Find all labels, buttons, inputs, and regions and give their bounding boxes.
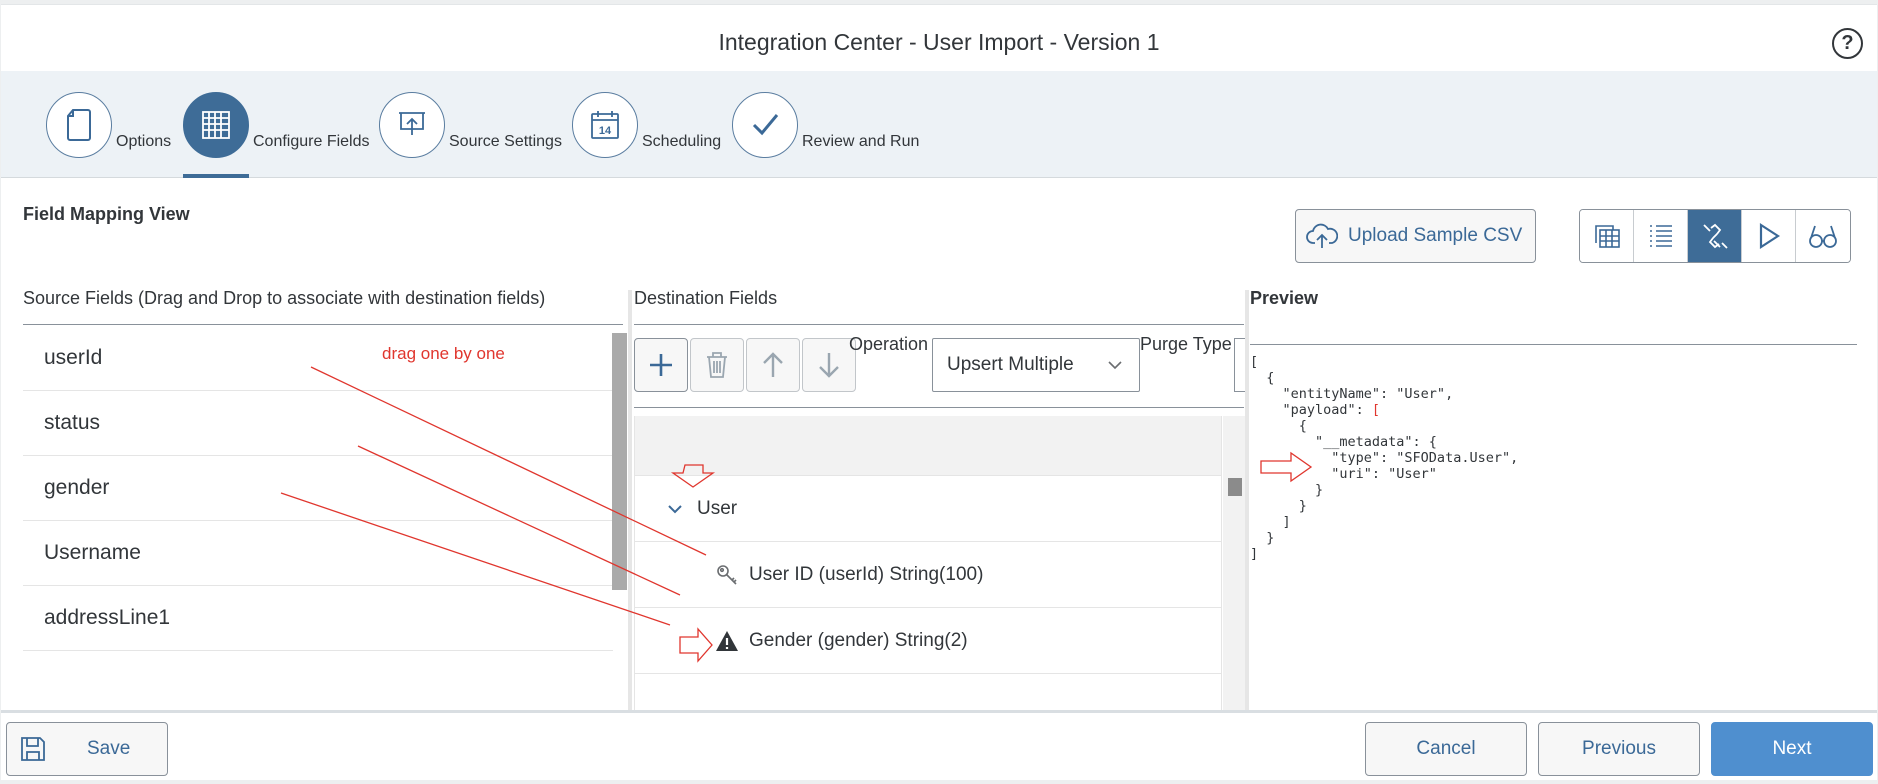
preview-line: ]: [1250, 514, 1291, 530]
footer: Save Cancel Previous Next: [1, 710, 1877, 780]
source-field-gender[interactable]: gender: [23, 456, 613, 521]
list-view-icon[interactable]: [1634, 210, 1688, 262]
tree-node-user[interactable]: User: [635, 476, 1221, 542]
title-bar: Integration Center - User Import - Versi…: [1, 5, 1877, 71]
view-toggle: [1579, 209, 1851, 263]
destination-scrollbar[interactable]: [1223, 416, 1245, 710]
divider: [23, 324, 623, 325]
destination-tree: User User ID (userId) String(100) Gender…: [634, 416, 1222, 710]
tree-node-label: Gender (gender) String(2): [749, 629, 968, 651]
wizard-steps: Options Configure Fields Source Settings…: [1, 71, 1877, 178]
trash-icon: [707, 352, 727, 378]
tree-node-userid[interactable]: User ID (userId) String(100): [635, 542, 1221, 608]
source-scrollbar[interactable]: [612, 333, 627, 590]
chevron-down-icon[interactable]: [663, 497, 687, 521]
save-icon: [21, 737, 45, 761]
glasses-icon[interactable]: [1796, 210, 1850, 262]
save-button[interactable]: Save: [6, 722, 168, 776]
preview-header: Preview: [1250, 288, 1319, 308]
divider: [634, 407, 1244, 408]
upload-label: Upload Sample CSV: [1348, 225, 1523, 246]
section-title: Field Mapping View: [23, 204, 190, 224]
preview-line: }: [1250, 530, 1275, 546]
plus-icon: [650, 354, 672, 376]
operation-label: Operation: [849, 334, 929, 354]
previous-button[interactable]: Previous: [1538, 722, 1700, 776]
preview-line: {: [1250, 370, 1275, 386]
splitter[interactable]: [628, 290, 632, 710]
next-button[interactable]: Next: [1711, 722, 1873, 776]
destination-toolbar: [634, 338, 856, 392]
preview-line: ]: [1250, 546, 1259, 562]
preview-line: {: [1250, 418, 1307, 434]
preview-line: [: [1250, 354, 1259, 370]
tree-node-gender[interactable]: Gender (gender) String(2): [635, 608, 1221, 674]
splitter[interactable]: [1245, 290, 1249, 710]
source-fields-list: userId status gender Username addressLin…: [23, 326, 613, 651]
scrollbar-thumb[interactable]: [1228, 478, 1242, 496]
tree-node-label: User ID (userId) String(100): [749, 563, 984, 585]
tree-header: [635, 416, 1221, 476]
help-icon[interactable]: ?: [1832, 28, 1863, 59]
upload-presentation-icon: [379, 92, 445, 158]
operation-value: Upsert Multiple: [947, 354, 1074, 375]
main-content: Field Mapping View Upload Sample CSV Sou…: [1, 178, 1877, 710]
preview-json: [ { "entityName": "User", "payload": [ {…: [1250, 354, 1518, 562]
preview-line: "entityName": "User",: [1250, 386, 1454, 402]
page-title: Integration Center - User Import - Versi…: [718, 29, 1160, 55]
preview-line: "type": "SFOData.User",: [1250, 450, 1519, 466]
svg-text:14: 14: [599, 125, 612, 137]
table-grid-icon: [183, 92, 249, 158]
delete-button[interactable]: [690, 338, 744, 392]
step-label: Review and Run: [802, 133, 920, 150]
arrow-down-icon: [819, 353, 839, 378]
move-up-button[interactable]: [746, 338, 800, 392]
preview-line: }: [1250, 498, 1307, 514]
cloud-upload-icon: [1306, 223, 1338, 248]
source-field-userid[interactable]: userId: [23, 326, 613, 391]
document-icon: [46, 92, 112, 158]
source-field-status[interactable]: status: [23, 391, 613, 456]
key-icon: [715, 563, 739, 587]
source-field-addressline1[interactable]: addressLine1: [23, 586, 613, 651]
chevron-down-icon: [1107, 339, 1123, 411]
step-label: Configure Fields: [253, 133, 370, 150]
purge-type-label: Purge Type: [1140, 334, 1232, 354]
mapping-view-icon[interactable]: [1688, 210, 1742, 262]
annotation-text: drag one by one: [382, 344, 505, 363]
step-label: Source Settings: [449, 133, 562, 150]
preview-line: "__metadata": {: [1250, 434, 1437, 450]
tree-node-label: User: [697, 497, 738, 519]
preview-line: "payload": [: [1250, 402, 1381, 418]
upload-sample-csv-button[interactable]: Upload Sample CSV: [1295, 209, 1536, 263]
operation-select[interactable]: Upsert Multiple: [932, 338, 1140, 392]
preview-line: }: [1250, 482, 1324, 498]
run-icon[interactable]: [1742, 210, 1796, 262]
destination-fields-header: Destination Fields: [634, 288, 778, 308]
step-label: Scheduling: [642, 133, 722, 150]
table-view-icon[interactable]: [1580, 210, 1634, 262]
divider: [1250, 344, 1857, 345]
source-field-username[interactable]: Username: [23, 521, 613, 586]
arrow-up-icon: [763, 352, 783, 377]
step-label: Options: [116, 133, 172, 150]
move-down-button[interactable]: [802, 338, 856, 392]
calendar-icon: 14: [572, 92, 638, 158]
divider: [634, 324, 1244, 325]
checkmark-icon: [732, 92, 798, 158]
preview-line: "uri": "User": [1250, 466, 1437, 482]
warning-icon: [715, 629, 739, 653]
add-button[interactable]: [634, 338, 688, 392]
cancel-button[interactable]: Cancel: [1365, 722, 1527, 776]
source-fields-header: Source Fields (Drag and Drop to associat…: [23, 288, 546, 308]
save-label: Save: [87, 738, 131, 759]
